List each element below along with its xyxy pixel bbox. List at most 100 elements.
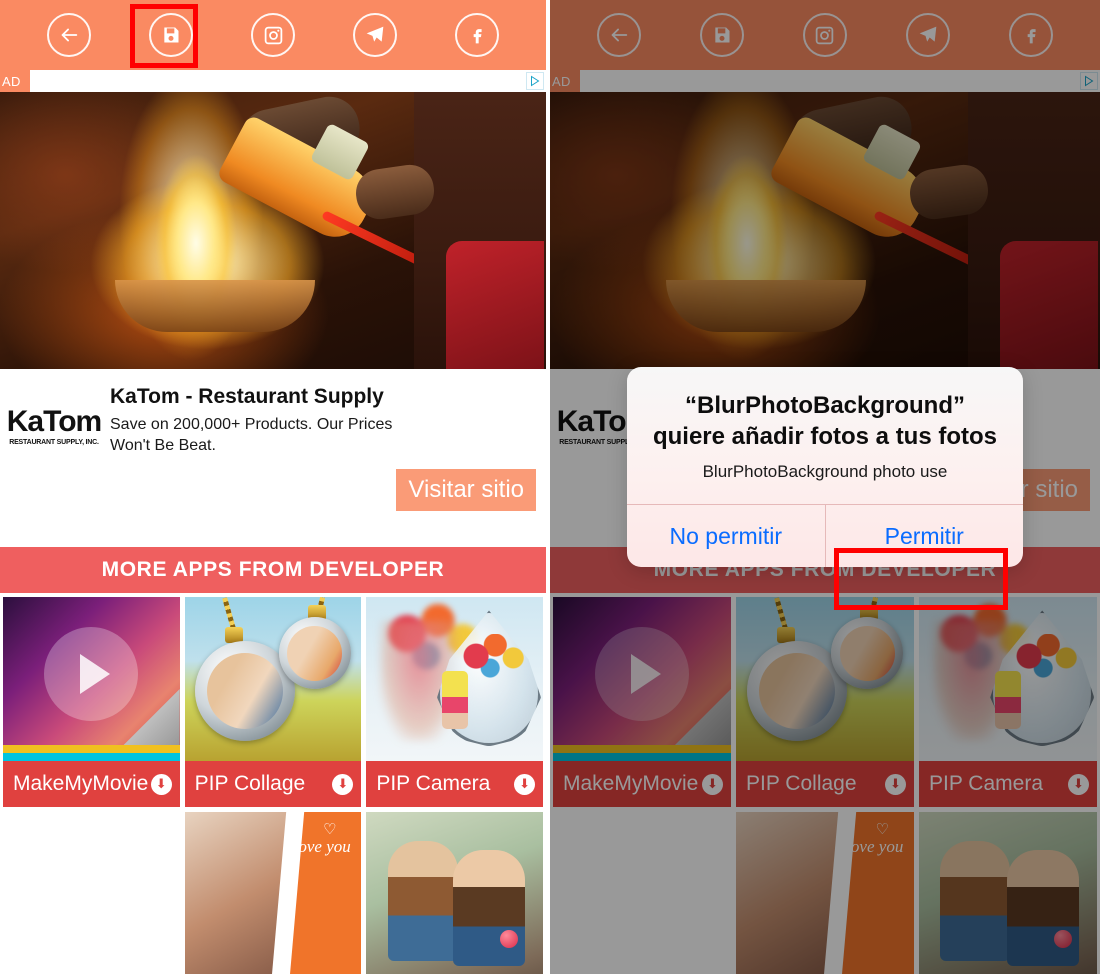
app-thumb [184,597,362,765]
torn-photo [736,812,840,974]
download-icon[interactable]: ⬇ [1068,773,1089,795]
telegram-send-icon [365,25,385,45]
top-toolbar [0,0,546,70]
heart-icon: ♡ [875,821,890,839]
telegram-button[interactable] [353,13,397,57]
app-thumb [919,597,1097,765]
panel-divider [546,0,550,974]
app-name: PIP Camera [929,772,1043,795]
adchoices-icon[interactable] [526,72,544,90]
app-label-row: PIP Collage ⬇ [184,761,362,807]
save-button[interactable] [149,13,193,57]
katom-logo: KaTom RESTAURANT SUPPLY, INC. [6,385,102,447]
telegram-button[interactable] [905,13,950,57]
instagram-button[interactable] [802,13,847,57]
download-icon[interactable]: ⬇ [702,773,723,795]
art-band-yellow [3,745,180,753]
download-icon[interactable]: ⬇ [514,773,536,795]
torn-paper-art: ♡ I love you [736,812,914,974]
ad-tag-label: AD [0,70,30,92]
app-label-row: PIP Camera ⬇ [366,761,544,807]
ad-banner-bar[interactable]: AD [550,70,1100,92]
app-tile-torn-paper[interactable]: ♡ I love you [736,812,914,974]
app-tile-pipcamera[interactable]: PIP Camera ⬇ [919,597,1097,807]
save-button[interactable] [700,13,745,57]
ad-banner-fill [580,70,1100,92]
instagram-icon [263,25,284,46]
photo-apron [446,241,544,369]
ad-description: Save on 200,000+ Products. Our Prices Wo… [110,416,393,454]
download-icon[interactable]: ⬇ [885,773,906,795]
drop-balloons [461,633,526,680]
app-label-row: MakeMyMovie ⬇ [553,761,731,807]
lollipop [1054,929,1073,948]
dialog-title: “BlurPhotoBackground” quiere añadir foto… [652,392,998,450]
pipcamera-art [919,597,1097,765]
edited-photo-preview[interactable] [0,92,546,369]
pipcamera-art [366,597,544,765]
pipcollage-art [736,597,914,765]
app-label-row: PIP Camera ⬇ [919,761,1097,807]
right-panel-after: AD KaTom RESTAURANT SUPPLY, INC. sitio M… [550,0,1100,974]
back-button[interactable] [47,13,91,57]
facebook-button[interactable] [455,13,499,57]
ad-card[interactable]: KaTom RESTAURANT SUPPLY, INC. KaTom - Re… [0,369,546,547]
bauble-photo [758,652,835,729]
download-icon[interactable]: ⬇ [332,773,354,795]
app-thumb [366,812,544,974]
allow-button[interactable]: Permitir [826,505,1024,567]
app-name: PIP Collage [194,772,306,795]
back-button[interactable] [597,13,642,57]
ad-banner-bar[interactable]: AD [0,70,546,92]
drop-girl [441,670,468,729]
selfie-girl-1 [940,841,1011,962]
app-thumb: ♡ I love you [736,812,914,974]
heart-icon: ♡ [323,821,337,839]
app-tile-pipcollage[interactable]: PIP Collage ⬇ [184,597,362,807]
drop-balloons [1015,633,1080,680]
back-arrow-icon [58,24,80,46]
app-tile-makemymovie[interactable]: MakeMyMovie ⬇ [553,597,731,807]
ad-banner-fill [30,70,546,92]
visit-site-button[interactable]: Visitar sitio [396,469,536,511]
adchoices-icon[interactable] [1080,72,1098,90]
art-band-yellow [553,745,731,753]
save-floppy-icon [712,25,732,45]
love-text: I love you [836,837,904,857]
selfie-girl-2 [1007,849,1080,966]
instagram-button[interactable] [251,13,295,57]
facebook-button[interactable] [1008,13,1053,57]
bauble-photo [207,652,284,729]
app-tile-makemymovie[interactable]: MakeMyMovie ⬇ [3,597,180,807]
app-label-row: PIP Collage ⬇ [736,761,914,807]
app-thumb [919,812,1097,974]
app-name: MakeMyMovie [563,772,699,795]
photo-pan [665,280,866,333]
edited-photo-preview[interactable] [550,92,1100,369]
back-arrow-icon [608,24,630,46]
app-tile-torn-paper[interactable]: ♡ I love you [184,812,362,974]
selfie-art [366,812,544,974]
ad-title: KaTom - Restaurant Supply [110,385,384,408]
selfie-girl-1 [387,841,458,962]
drop-girl [995,670,1021,729]
facebook-icon [1021,25,1041,45]
download-icon[interactable]: ⬇ [150,773,172,795]
instagram-icon [814,25,835,46]
app-tile-selfie[interactable] [919,812,1097,974]
app-tile-pipcollage[interactable]: PIP Collage ⬇ [736,597,914,807]
photo-pan [114,280,315,333]
app-label-row: MakeMyMovie ⬇ [3,761,180,807]
app-tile-pipcamera[interactable]: PIP Camera ⬇ [366,597,544,807]
app-tile-selfie[interactable] [366,812,544,974]
bauble-small [278,617,351,690]
play-icon [595,627,689,722]
app-thumb [736,597,914,765]
apps-row-2: ♡ I love you [0,812,546,974]
torn-paper-art: ♡ I love you [184,812,362,974]
torn-photo [184,812,288,974]
bauble-photo [287,625,343,681]
photo-apron [1000,241,1098,369]
katom-logo-word: KaTom [6,405,102,438]
deny-button[interactable]: No permitir [627,505,826,568]
